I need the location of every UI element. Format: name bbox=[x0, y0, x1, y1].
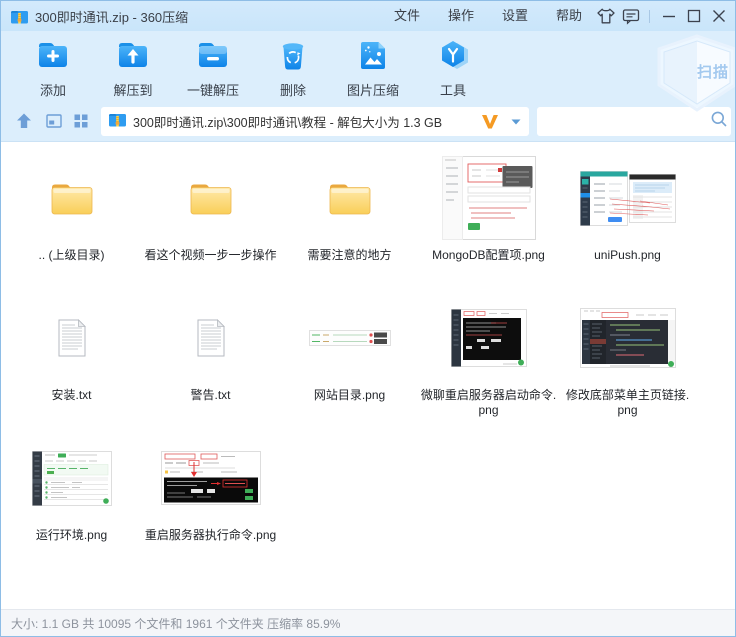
menu-item-operation[interactable]: 操作 bbox=[434, 1, 488, 31]
minimize-icon[interactable] bbox=[656, 1, 681, 31]
up-directory-icon[interactable] bbox=[14, 111, 34, 131]
image-thumbnail bbox=[580, 291, 676, 385]
toolbar-button-one-click-extract[interactable]: 一键解压 bbox=[175, 31, 251, 99]
search-input[interactable] bbox=[545, 114, 710, 130]
file-name: 需要注意的地方 bbox=[307, 248, 391, 263]
image-thumbnail bbox=[580, 151, 676, 245]
file-name: 警告.txt bbox=[190, 388, 230, 403]
zip-file-icon bbox=[10, 8, 29, 25]
file-name: 重启服务器执行命令.png bbox=[145, 528, 276, 543]
address-row: 300即时通讯.zip\300即时通讯\教程 - 解包大小为 1.3 GB bbox=[1, 101, 735, 142]
file-name: 安装.txt bbox=[51, 388, 91, 403]
add-folder-icon bbox=[36, 38, 70, 77]
file-item[interactable]: .. (上级目录) bbox=[2, 151, 141, 291]
titlebar-buttons bbox=[593, 1, 731, 31]
feedback-icon[interactable] bbox=[618, 1, 643, 31]
file-item[interactable]: 需要注意的地方 bbox=[280, 151, 419, 291]
toolbar-button-label: 删除 bbox=[280, 80, 306, 99]
toolbar-button-label: 一键解压 bbox=[187, 80, 239, 99]
toolbar: 添加 解压到 一键解压 删除 图片压缩 工具 扫描 bbox=[1, 31, 735, 101]
image-thumbnail bbox=[161, 431, 261, 525]
image-compress-icon bbox=[356, 38, 390, 77]
toolbar-items: 添加 解压到 一键解压 删除 图片压缩 工具 bbox=[1, 31, 735, 99]
maximize-icon[interactable] bbox=[681, 1, 706, 31]
file-item[interactable]: 警告.txt bbox=[141, 291, 280, 431]
extract-folder-icon bbox=[116, 38, 150, 77]
toolbar-button-label: 图片压缩 bbox=[347, 80, 399, 99]
folder-icon bbox=[189, 151, 233, 245]
v-logo-icon bbox=[480, 114, 500, 130]
archive-stats: 大小: 1.1 GB 共 10095 个文件和 1961 个文件夹 压缩率 85… bbox=[11, 615, 340, 632]
file-name: 微聊重启服务器启动命令.png bbox=[421, 388, 556, 418]
file-item[interactable]: 重启服务器执行命令.png bbox=[141, 431, 280, 571]
image-thumbnail bbox=[442, 151, 536, 245]
address-bar[interactable]: 300即时通讯.zip\300即时通讯\教程 - 解包大小为 1.3 GB bbox=[101, 107, 529, 136]
file-list-area: .. (上级目录) 看这个视频一步一步操作 需要注意的地方 MongoDB配置项.pn… bbox=[2, 142, 734, 609]
icon-view-icon[interactable] bbox=[71, 111, 91, 131]
toolbar-button-label: 工具 bbox=[440, 80, 466, 99]
close-icon[interactable] bbox=[706, 1, 731, 31]
toolbar-button-delete[interactable]: 删除 bbox=[255, 31, 331, 99]
app-window: 300即时通讯.zip - 360压缩 文件操作设置帮助 添加 解压到 一键解压 删除… bbox=[0, 0, 736, 637]
file-name: 修改底部菜单主页链接.png bbox=[566, 388, 689, 418]
menu-item-settings[interactable]: 设置 bbox=[488, 1, 542, 31]
trash-icon bbox=[276, 38, 310, 77]
file-item[interactable]: 运行环境.png bbox=[2, 431, 141, 571]
scan-badge-label: 扫描 bbox=[697, 61, 729, 82]
toolbar-button-image-compress[interactable]: 图片压缩 bbox=[335, 31, 411, 99]
file-item[interactable]: 网站目录.png bbox=[280, 291, 419, 431]
image-thumbnail bbox=[32, 431, 112, 525]
file-name: 看这个视频一步一步操作 bbox=[144, 248, 276, 263]
menu-bar: 文件操作设置帮助 bbox=[380, 1, 596, 31]
file-name: uniPush.png bbox=[594, 248, 661, 263]
skin-icon[interactable] bbox=[593, 1, 618, 31]
titlebar: 300即时通讯.zip - 360压缩 文件操作设置帮助 bbox=[1, 1, 735, 31]
file-item[interactable]: 修改底部菜单主页链接.png bbox=[558, 291, 697, 431]
address-dropdown-icon[interactable] bbox=[510, 118, 522, 126]
folder-icon bbox=[328, 151, 372, 245]
toolbar-button-label: 添加 bbox=[40, 80, 66, 99]
file-name: 运行环境.png bbox=[36, 528, 107, 543]
toolbar-button-extract-to[interactable]: 解压到 bbox=[95, 31, 171, 99]
scan-shield-badge[interactable]: 扫描 bbox=[651, 33, 736, 113]
file-item[interactable]: uniPush.png bbox=[558, 151, 697, 291]
toolbar-button-label: 解压到 bbox=[113, 80, 152, 99]
text-file-icon bbox=[57, 291, 87, 385]
status-bar: 大小: 1.1 GB 共 10095 个文件和 1961 个文件夹 压缩率 85… bbox=[1, 609, 735, 636]
file-name: MongoDB配置项.png bbox=[432, 248, 545, 263]
file-name: .. (上级目录) bbox=[39, 248, 105, 263]
search-icon[interactable] bbox=[710, 110, 728, 133]
file-item[interactable]: MongoDB配置项.png bbox=[419, 151, 558, 291]
window-title: 300即时通讯.zip - 360压缩 bbox=[35, 7, 188, 26]
details-view-icon[interactable] bbox=[44, 111, 64, 131]
archive-path: 300即时通讯.zip\300即时通讯\教程 - 解包大小为 1.3 GB bbox=[133, 112, 480, 131]
tools-icon bbox=[436, 38, 470, 77]
toolbar-button-tools[interactable]: 工具 bbox=[415, 31, 491, 99]
menu-item-file[interactable]: 文件 bbox=[380, 1, 434, 31]
toolbar-button-add[interactable]: 添加 bbox=[15, 31, 91, 99]
file-item[interactable]: 安装.txt bbox=[2, 291, 141, 431]
menu-item-help[interactable]: 帮助 bbox=[542, 1, 596, 31]
file-item[interactable]: 看这个视频一步一步操作 bbox=[141, 151, 280, 291]
folder-icon bbox=[50, 151, 94, 245]
text-file-icon bbox=[196, 291, 226, 385]
one-click-extract-icon bbox=[196, 38, 230, 77]
titlebar-separator bbox=[649, 10, 650, 23]
file-name: 网站目录.png bbox=[314, 388, 385, 403]
zip-file-icon-small bbox=[108, 111, 127, 133]
file-item[interactable]: 微聊重启服务器启动命令.png bbox=[419, 291, 558, 431]
file-grid: .. (上级目录) 看这个视频一步一步操作 需要注意的地方 MongoDB配置项.pn… bbox=[2, 142, 734, 571]
image-thumbnail bbox=[309, 291, 391, 385]
image-thumbnail bbox=[451, 291, 527, 385]
